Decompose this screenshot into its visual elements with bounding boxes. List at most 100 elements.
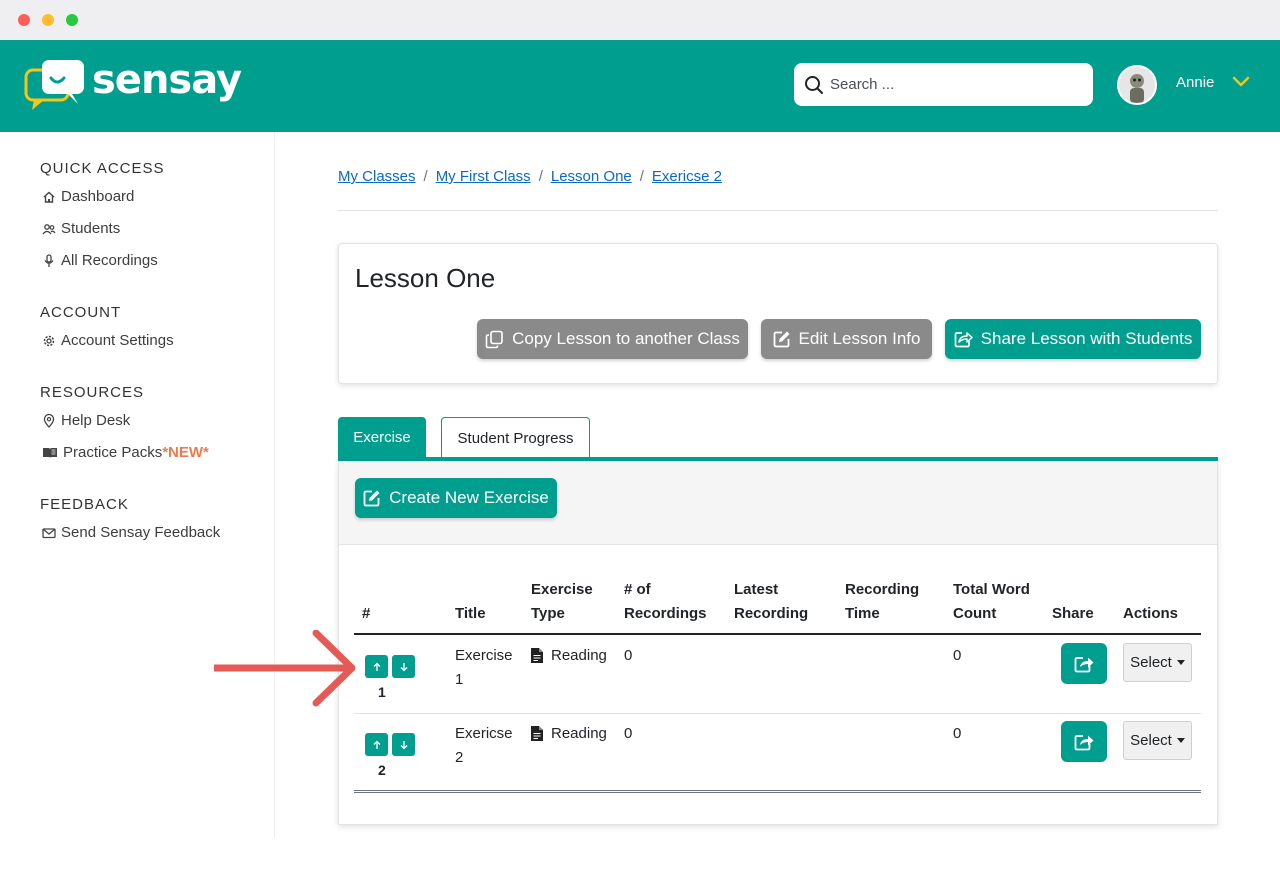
title-line: 2 <box>455 749 464 766</box>
sidebar-item-dashboard[interactable]: Dashboard <box>42 188 134 205</box>
sidebar-item-send-feedback[interactable]: Send Sensay Feedback <box>42 524 220 541</box>
column-header-recording-time: Recording Time <box>845 578 919 626</box>
exercise-title[interactable]: Exericse 2 <box>455 722 513 770</box>
sidebar-item-label: Account Settings <box>61 332 174 349</box>
move-down-button[interactable] <box>392 655 415 678</box>
move-up-button[interactable] <box>365 733 388 756</box>
recordings-count: 0 <box>624 725 633 742</box>
actions-select-button[interactable]: Select <box>1123 643 1192 682</box>
breadcrumb-separator: / <box>538 168 543 185</box>
recordings-count: 0 <box>624 647 633 664</box>
column-header-actions: Actions <box>1123 605 1179 622</box>
exercise-type: Reading <box>531 647 607 664</box>
copy-lesson-button[interactable]: Copy Lesson to another Class <box>477 319 748 359</box>
arrow-down-icon <box>400 662 407 671</box>
header-line: # of <box>624 581 651 598</box>
row-index: 2 <box>378 762 386 778</box>
search-input[interactable] <box>830 76 1080 93</box>
share-exercise-button[interactable] <box>1061 721 1107 762</box>
column-header-share: Share <box>1052 605 1094 622</box>
book-icon <box>43 447 57 458</box>
header-line: Type <box>531 605 565 622</box>
move-down-button[interactable] <box>392 733 415 756</box>
annotation-arrow-icon <box>214 630 356 707</box>
header-line: Recording <box>845 581 920 598</box>
create-exercise-button[interactable]: Create New Exercise <box>355 478 557 518</box>
title-line: Exercise <box>455 647 513 664</box>
copy-lesson-label: Copy Lesson to another Class <box>512 329 740 348</box>
row-index: 1 <box>378 684 386 700</box>
column-header-latest-recording: Latest Recording <box>734 578 808 626</box>
sidebar-item-account-settings[interactable]: Account Settings <box>42 332 174 349</box>
arrow-up-icon <box>373 662 380 671</box>
table-end-divider <box>354 790 1201 793</box>
breadcrumb-my-first-class[interactable]: My First Class <box>436 168 531 185</box>
column-header-title: Title <box>455 605 486 622</box>
tab-student-progress[interactable]: Student Progress <box>441 417 590 458</box>
share-exercise-button[interactable] <box>1061 643 1107 684</box>
column-header-number: # <box>362 605 371 622</box>
share-icon <box>954 332 973 348</box>
sidebar <box>0 132 275 838</box>
exercise-title[interactable]: Exercise 1 <box>455 644 513 692</box>
breadcrumb-lesson-one[interactable]: Lesson One <box>551 168 632 185</box>
breadcrumb-my-classes[interactable]: My Classes <box>338 168 416 185</box>
arrow-down-icon <box>400 740 407 749</box>
tab-exercise[interactable]: Exercise <box>338 417 426 458</box>
chevron-down-icon[interactable] <box>1232 76 1250 88</box>
minimize-window-icon[interactable] <box>42 14 54 26</box>
breadcrumb-separator: / <box>423 168 428 185</box>
create-exercise-label: Create New Exercise <box>389 488 549 507</box>
document-icon <box>531 726 543 741</box>
location-pin-icon <box>43 413 55 428</box>
maximize-window-icon[interactable] <box>66 14 78 26</box>
brand-logo[interactable]: sensay <box>24 56 242 112</box>
header-line: Recordings <box>624 605 707 622</box>
edit-icon <box>773 331 790 348</box>
move-up-button[interactable] <box>365 655 388 678</box>
logo-speech-bubbles-icon <box>24 56 86 112</box>
share-lesson-button[interactable]: Share Lesson with Students <box>945 319 1201 359</box>
header-line: Exercise <box>531 581 593 598</box>
new-badge: *NEW* <box>162 444 209 461</box>
share-lesson-label: Share Lesson with Students <box>980 329 1193 348</box>
edit-icon <box>363 490 380 507</box>
breadcrumb-separator: / <box>639 168 644 185</box>
share-icon <box>1074 734 1093 750</box>
sidebar-section-quick-access: QUICK ACCESS <box>40 160 165 177</box>
sidebar-item-label: Send Sensay Feedback <box>61 524 221 541</box>
copy-icon <box>485 330 503 348</box>
breadcrumb-exercise-2[interactable]: Exericse 2 <box>652 168 722 185</box>
header-line: Count <box>953 605 997 622</box>
panel-toolbar: Create New Exercise <box>339 461 1217 545</box>
sidebar-section-account: ACCOUNT <box>40 304 122 321</box>
actions-select-button[interactable]: Select <box>1123 721 1192 760</box>
type-label: Reading <box>551 647 607 664</box>
microphone-icon <box>44 253 54 267</box>
brand-name: sensay <box>92 57 242 103</box>
header-line: Time <box>845 605 880 622</box>
table-header-divider <box>354 633 1201 635</box>
word-count: 0 <box>953 725 962 742</box>
divider <box>338 210 1218 211</box>
sidebar-item-all-recordings[interactable]: All Recordings <box>42 252 158 269</box>
sidebar-item-practice-packs[interactable]: Practice Packs*NEW* <box>42 444 209 461</box>
word-count: 0 <box>953 647 962 664</box>
gear-icon <box>43 335 55 346</box>
header-line: Latest <box>734 581 779 598</box>
edit-lesson-label: Edit Lesson Info <box>798 329 921 348</box>
close-window-icon[interactable] <box>18 14 30 26</box>
search-box[interactable] <box>794 63 1093 106</box>
sidebar-item-students[interactable]: Students <box>42 220 120 237</box>
page-title: Lesson One <box>355 263 496 293</box>
column-header-recordings: # of Recordings <box>624 578 707 626</box>
edit-lesson-button[interactable]: Edit Lesson Info <box>761 319 932 359</box>
exercise-type: Reading <box>531 725 607 742</box>
sidebar-item-help-desk[interactable]: Help Desk <box>42 412 130 429</box>
user-name[interactable]: Annie <box>1176 74 1214 91</box>
sidebar-item-label: Students <box>61 220 121 237</box>
row-divider <box>354 713 1201 714</box>
top-header: sensay Annie <box>0 40 1280 132</box>
avatar[interactable] <box>1117 65 1157 105</box>
caret-down-icon <box>1176 738 1185 743</box>
